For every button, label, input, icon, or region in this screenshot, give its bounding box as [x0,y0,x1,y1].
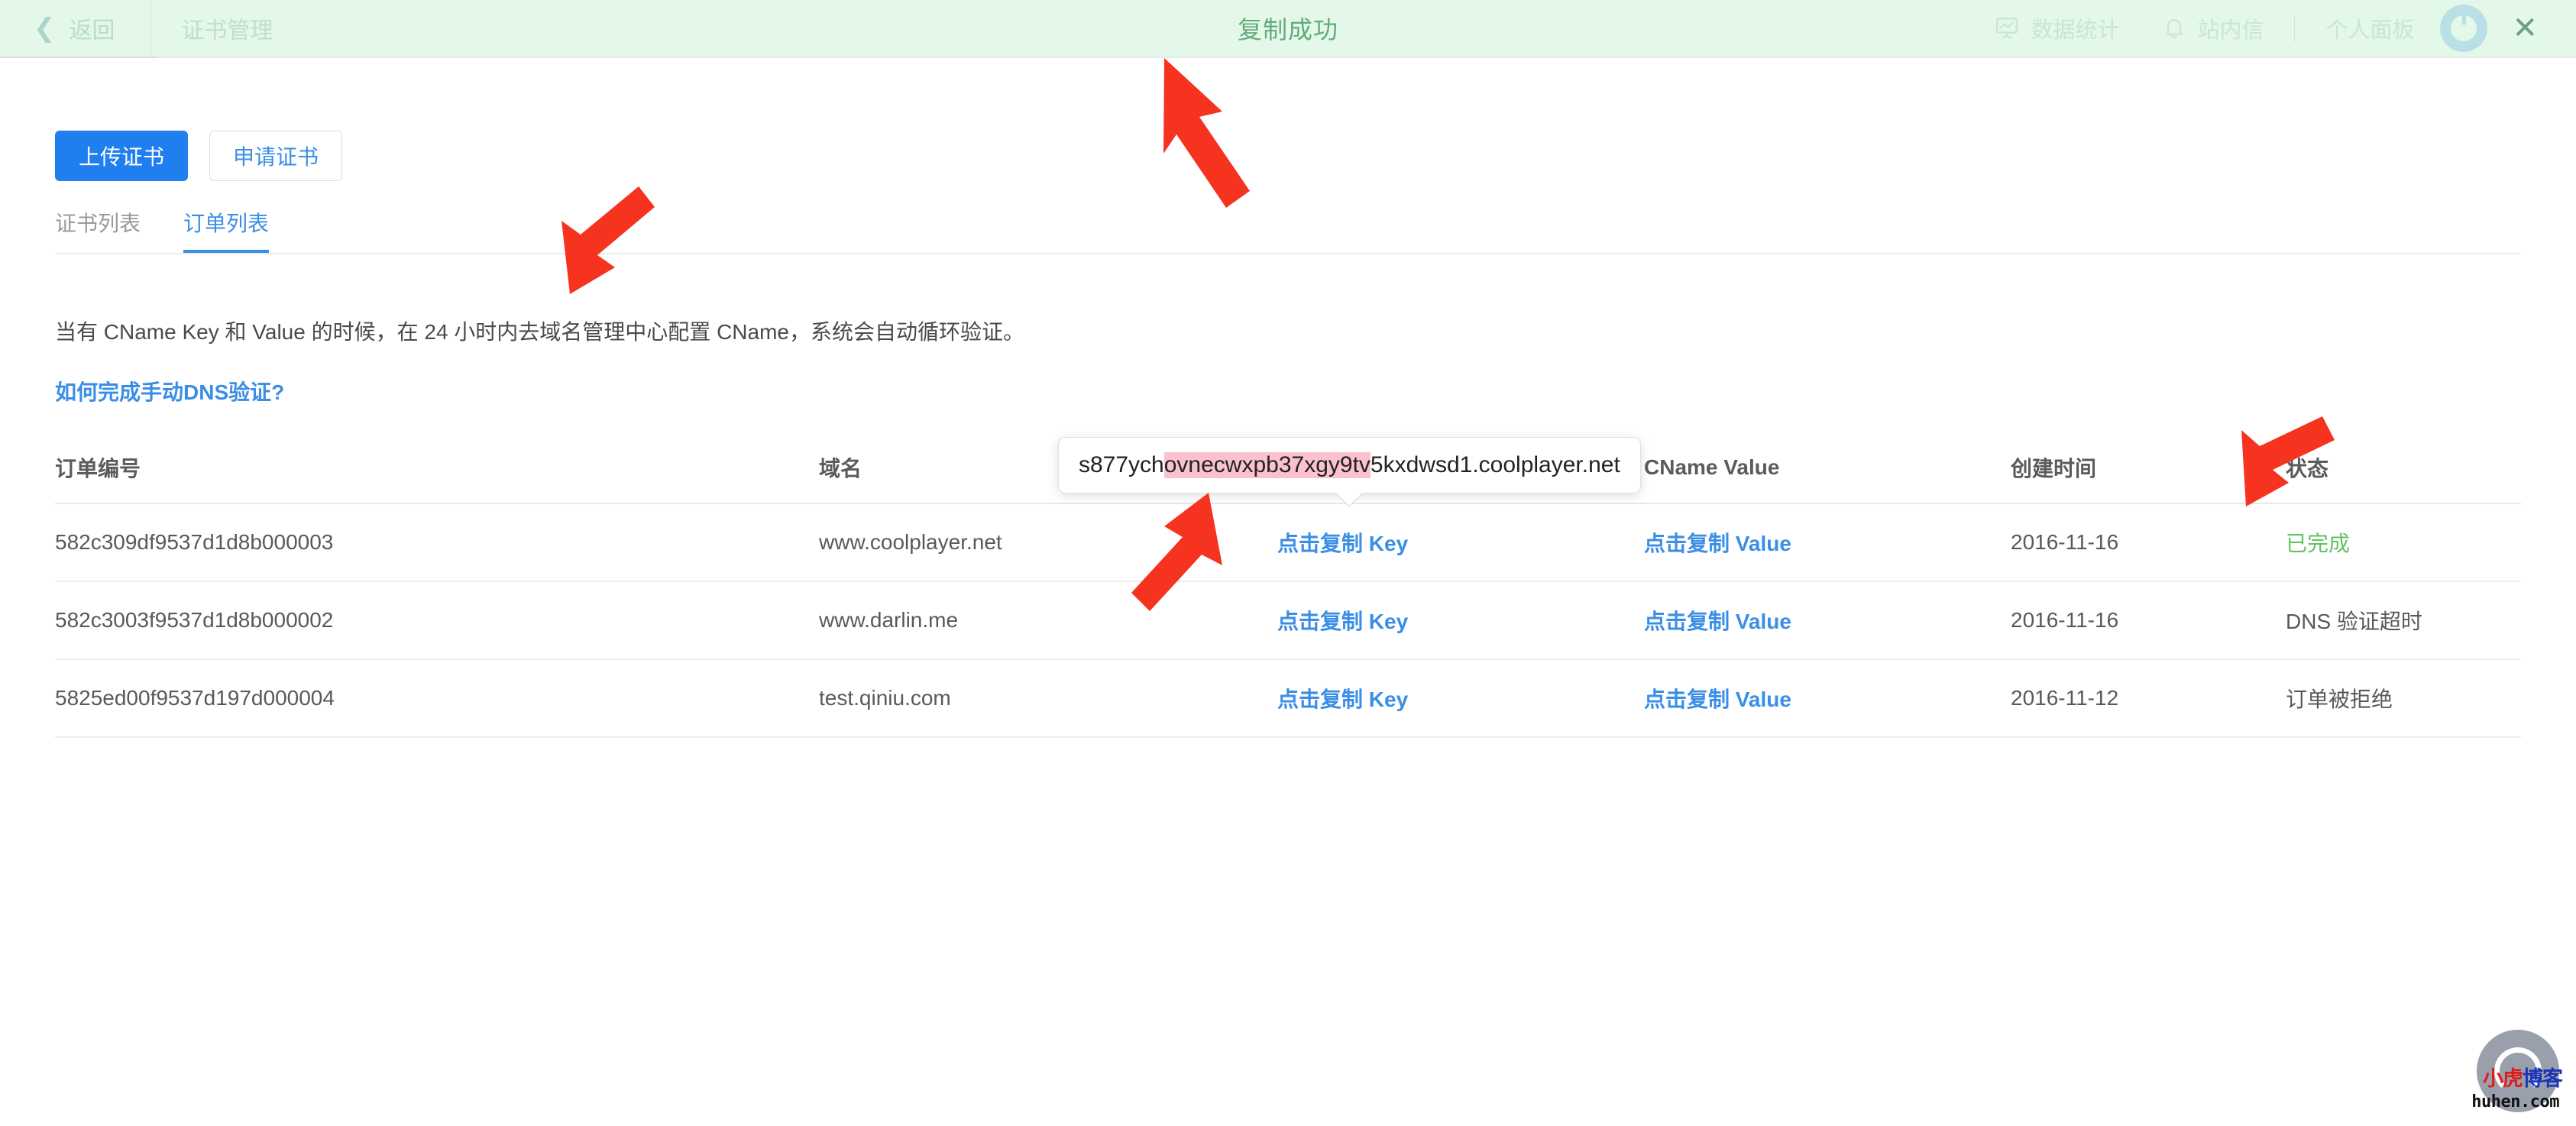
column-header-cname-value: CName Value [1644,451,2011,504]
tooltip-highlighted-text: ovnecwxpb37xgy9tv [1163,452,1371,478]
table-row: 582c3003f9537d1d8b000002 www.darlin.me 点… [55,581,2521,660]
status-badge: 订单被拒绝 [2286,687,2393,711]
top-bar: ❮ 返回 证书管理 复制成功 数据统计 站内信 个人面板 ✕ [0,0,2576,57]
manual-dns-help-link[interactable]: 如何完成手动DNS验证? [55,376,284,406]
copy-value-link[interactable]: 点击复制 Value [1644,688,1791,711]
cell-order-id: 582c309df9537d1d8b000003 [55,503,819,582]
cell-domain: www.coolplayer.net [819,503,1277,582]
tooltip-prefix: s877ych [1079,452,1164,477]
watermark-url: huhen.com [2471,1092,2559,1111]
cell-domain: test.qiniu.com [819,658,1277,738]
watermark-brand-red: 小虎 [2483,1067,2523,1090]
nav-item-statistics[interactable]: 数据统计 [1972,0,2141,57]
close-icon[interactable]: ✕ [2498,13,2556,44]
copy-value-link[interactable]: 点击复制 Value [1644,610,1791,633]
apply-certificate-button[interactable]: 申请证书 [209,131,343,181]
copy-key-link[interactable]: 点击复制 Key [1277,532,1408,555]
nav-item-statistics-label: 数据统计 [2031,18,2120,43]
cell-created-time: 2016-11-16 [2011,503,2286,582]
power-logo-inner [2451,13,2477,41]
column-header-created-time: 创建时间 [2011,451,2286,504]
column-header-order-id: 订单编号 [55,451,819,504]
cell-created-time: 2016-11-12 [2011,658,2286,738]
chevron-left-icon: ❮ [34,14,56,43]
nav-item-messages[interactable]: 站内信 [2141,0,2285,57]
cell-order-id: 582c3003f9537d1d8b000002 [55,581,819,660]
copy-key-link[interactable]: 点击复制 Key [1277,688,1408,711]
top-bar-right: 数据统计 站内信 个人面板 ✕ [1972,0,2576,57]
table-row: 5825ed00f9537d197d000004 test.qiniu.com … [55,658,2521,738]
copied-value-tooltip: s877ych ovnecwxpb37xgy9tv 5kxdwsd1.coolpla… [1058,437,1641,507]
watermark-brand: 小虎博客 [2483,1067,2563,1090]
nav-separator [2294,15,2296,42]
action-button-row: 上传证书 申请证书 [55,58,2521,181]
nav-item-messages-label: 站内信 [2197,18,2264,43]
page-section-title: 证书管理 [181,18,273,44]
column-header-status: 状态 [2286,451,2521,504]
tab-order-list[interactable]: 订单列表 [183,207,270,253]
watermark-brand-blue: 博客 [2523,1067,2563,1090]
tooltip-suffix: 5kxdwsd1.coolplayer.net [1370,452,1620,477]
nav-item-personal-panel-label: 个人面板 [2325,18,2415,43]
upload-certificate-button[interactable]: 上传证书 [55,131,189,181]
main-content: 上传证书 申请证书 证书列表 订单列表 当有 CName Key 和 Value… [0,58,2576,738]
copy-value-link[interactable]: 点击复制 Value [1644,532,1791,555]
status-badge: 已完成 [2286,531,2351,555]
table-row: 582c309df9537d1d8b000003 www.coolplayer.… [55,503,2521,582]
site-watermark: 小虎博客 huhen.com [2420,1021,2565,1118]
cname-notice-text: 当有 CName Key 和 Value 的时候，在 24 小时内去域名管理中心… [55,320,1024,344]
orders-table: 订单编号 域名 CName Key CName Value 创建时间 状态 58… [55,451,2521,738]
cell-created-time: 2016-11-16 [2011,581,2286,660]
bell-icon [2162,16,2186,40]
tab-bar: 证书列表 订单列表 [55,207,2521,253]
tab-certificate-list[interactable]: 证书列表 [55,207,141,253]
top-bar-rule [0,57,2576,58]
top-bar-rule-left [0,57,157,58]
tab-bar-rule [55,253,2521,254]
cell-domain: www.darlin.me [819,581,1277,660]
back-button-label: 返回 [69,18,115,44]
top-bar-left: ❮ 返回 证书管理 [0,0,304,57]
power-logo-icon[interactable] [2440,5,2488,52]
copy-key-link[interactable]: 点击复制 Key [1277,610,1408,633]
status-badge: DNS 验证超时 [2286,609,2422,633]
nav-item-personal-panel[interactable]: 个人面板 [2304,0,2435,57]
chart-board-icon [1994,15,2020,41]
back-button[interactable]: ❮ 返回 [0,0,150,57]
cell-order-id: 5825ed00f9537d197d000004 [55,658,819,738]
